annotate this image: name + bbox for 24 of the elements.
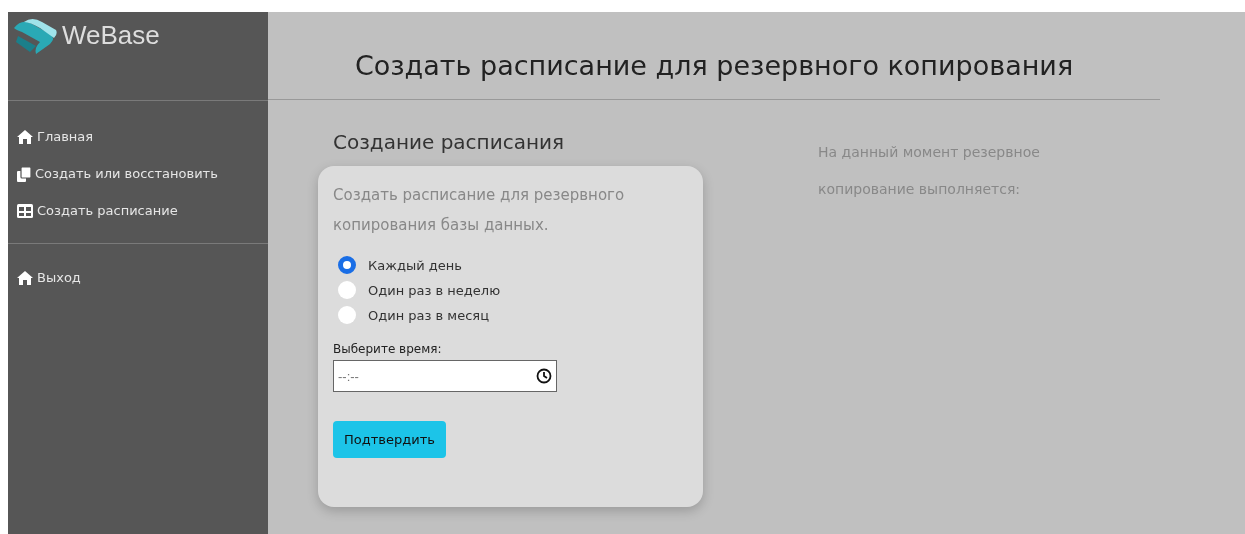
radio-option[interactable]: Каждый день <box>338 256 688 274</box>
status-text: На данный момент резервное копирование выполняется: <box>818 143 1041 199</box>
home-icon <box>17 271 33 285</box>
radio-option[interactable]: Один раз в неделю <box>338 281 688 299</box>
submit-button[interactable]: Подтвердить <box>333 421 446 458</box>
radio-option[interactable]: Один раз в месяц <box>338 306 688 324</box>
clock-icon <box>536 368 552 384</box>
sidebar-item[interactable]: Главная <box>17 127 94 147</box>
brand-name: WeBase <box>62 20 160 51</box>
field-label: Выберите время: <box>333 342 443 356</box>
table-icon <box>17 204 33 218</box>
logo-icon <box>12 18 58 54</box>
sidebar-item[interactable]: Создать или восстановить <box>17 164 218 184</box>
sidebar-item[interactable]: Создать расписание <box>17 201 178 221</box>
sidebar-item[interactable]: Выход <box>17 268 81 288</box>
page-title: Создать расписание для резервного копирования <box>268 12 1160 100</box>
form-description: Создать расписание для резервного копирования базы данных. <box>333 185 626 236</box>
copy-icon <box>17 166 31 182</box>
radio-button[interactable] <box>338 256 356 274</box>
home-icon <box>17 130 33 144</box>
time-field[interactable]: --:-- <box>333 360 557 392</box>
radio-button[interactable] <box>338 306 356 324</box>
section-heading: Создание расписания <box>333 130 566 154</box>
radio-button[interactable] <box>338 281 356 299</box>
